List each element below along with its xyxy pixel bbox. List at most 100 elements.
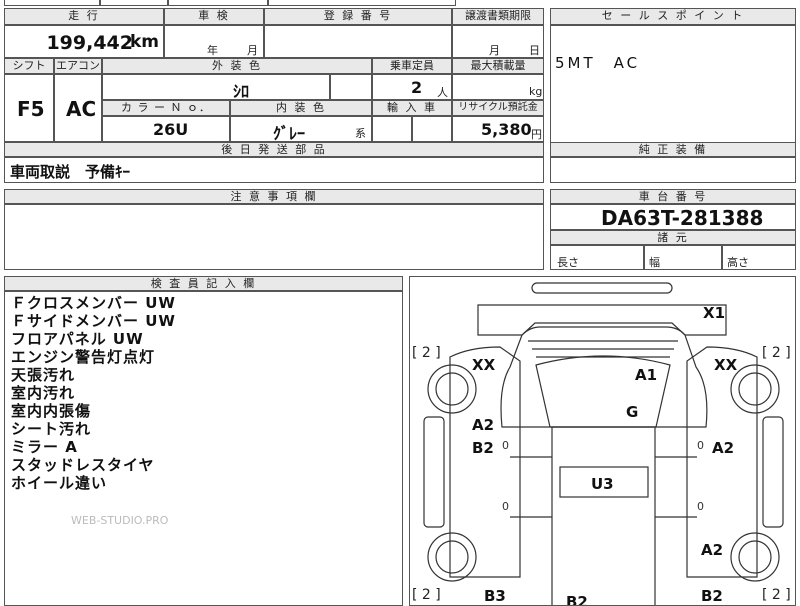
inspector-item: 室内汚れ (11, 384, 76, 402)
inspector-item: Ｆクロスメンバー UW (11, 294, 176, 312)
label-b3: B3 (484, 587, 506, 605)
bracket-bottom-right: [ 2 ] (762, 587, 791, 603)
interior-suffix: 系 (355, 127, 366, 140)
bracket-top-right: [ 2 ] (762, 345, 791, 361)
inspector-list: Ｆクロスメンバー UW Ｆサイドメンバー UW フロアパネル UW エンジン警告… (4, 291, 403, 606)
inspection-month-unit: 月 (247, 44, 258, 57)
label-a2-right: A2 (712, 439, 734, 457)
inspector-item: エンジン警告灯点灯 (11, 348, 156, 366)
tick-mark: 0 (502, 500, 509, 513)
interior-value: ｸﾞﾚｰ (273, 124, 306, 143)
mileage-value: 199,442 (46, 32, 133, 54)
label-a1: A1 (635, 366, 657, 384)
label-xx-right: XX (714, 356, 738, 374)
sales-point-cell: 5MT AC (550, 25, 796, 155)
max-load-header: 最大積載量 (452, 58, 544, 74)
top-strip (4, 0, 796, 8)
damage-diagram: X1 XX XX A1 G A2 B2 A2 U3 A2 B3 B2 B2 0 … (409, 276, 796, 606)
color-no-cell: 26U (102, 116, 230, 142)
dim-height-cell: 高さ (722, 245, 796, 270)
notes-header: 注 意 事 項 欄 (4, 189, 544, 204)
later-parts-header: 後 日 発 送 部 品 (4, 142, 544, 157)
watermark: WEB-STUDIO.PRO (71, 514, 169, 527)
import-cell-b (412, 116, 452, 142)
inspector-header: 検 査 員 記 入 欄 (4, 276, 403, 291)
capacity-cell: 2 人 (372, 74, 452, 100)
recycle-cell: 5,380 円 (452, 116, 544, 142)
label-a2-left: A2 (472, 416, 494, 434)
capacity-header: 乗車定員 (372, 58, 452, 74)
inspector-item: ホイール違い (11, 474, 108, 492)
inspection-year-unit: 年 (207, 44, 218, 57)
label-xx-left: XX (472, 356, 496, 374)
transfer-month-unit: 月 (489, 44, 500, 57)
tick-mark: 0 (697, 500, 704, 513)
recycle-unit: 円 (531, 128, 542, 141)
interior-cell: ｸﾞﾚｰ 系 (230, 116, 372, 143)
mileage-header: 走 行 (4, 8, 164, 25)
recycle-value: 5,380 (481, 120, 532, 139)
aircon-cell: AC (54, 74, 102, 142)
chassis-header: 車 台 番 号 (550, 189, 796, 204)
inspection-header: 車 検 (164, 8, 264, 25)
import-header: 輸 入 車 (372, 100, 452, 116)
aircon-header: エアコン (54, 58, 102, 74)
capacity-unit: 人 (437, 86, 448, 99)
later-parts-value: 車両取説 予備ｷｰ (10, 163, 131, 181)
shift-cell: F5 (4, 74, 54, 142)
inspector-item: スタッドレスタイヤ (11, 456, 155, 474)
transfer-deadline-cell: 月 日 (452, 25, 544, 58)
dim-width-label: 幅 (649, 256, 660, 269)
bracket-bottom-left: [ 2 ] (412, 587, 441, 603)
recycle-header: リサイクル預託金 (452, 100, 544, 116)
chassis-value: DA63T-281388 (601, 206, 764, 230)
transfer-deadline-header: 譲渡書類期限 (452, 8, 544, 25)
color-no-value: 26U (153, 120, 189, 139)
inspector-item: フロアパネル UW (11, 330, 144, 348)
tick-mark: 0 (697, 439, 704, 452)
exterior-cell: ｼﾛ (102, 74, 330, 101)
shift-value: F5 (17, 97, 45, 121)
inspector-item: シート汚れ (11, 420, 92, 438)
max-load-unit: kg (529, 85, 543, 98)
exterior-header: 外 装 色 (102, 58, 372, 74)
label-g: G (626, 403, 638, 421)
car-diagram-svg: X1 XX XX A1 G A2 B2 A2 U3 A2 B3 B2 B2 0 … (412, 282, 791, 605)
import-cell-a (372, 116, 412, 142)
exterior-value: ｼﾛ (233, 82, 250, 101)
dimensions-header: 諸 元 (550, 230, 796, 245)
capacity-value: 2 (411, 78, 423, 97)
notes-cell (4, 204, 544, 270)
inspector-item: 室内内張傷 (11, 402, 92, 420)
genuine-equipment-cell (550, 157, 796, 183)
dim-length-cell: 長さ (550, 245, 644, 270)
exterior-extra-cell (330, 74, 372, 100)
label-a2-rear-right: A2 (701, 541, 723, 559)
inspection-cell: 年 月 (164, 25, 264, 58)
dim-length-label: 長さ (557, 256, 579, 269)
dim-height-label: 高さ (727, 256, 749, 269)
color-no-header: カ ラ ー Ｎ ｏ． (102, 100, 230, 116)
dim-width-cell: 幅 (644, 245, 722, 270)
inspector-item: ミラー A (11, 438, 78, 456)
mileage-unit: km (129, 32, 159, 52)
label-x1: X1 (703, 304, 725, 322)
tick-mark: 0 (502, 439, 509, 452)
inspector-item: 天張汚れ (11, 366, 76, 384)
registration-cell (264, 25, 452, 58)
transfer-day-unit: 日 (529, 44, 540, 57)
shift-header: シフト (4, 58, 54, 74)
bracket-top-left: [ 2 ] (412, 345, 441, 361)
sales-point-text: 5MT AC (555, 54, 641, 72)
later-parts-cell: 車両取説 予備ｷｰ (4, 157, 544, 183)
interior-header: 内 装 色 (230, 100, 372, 116)
registration-header: 登 録 番 号 (264, 8, 452, 25)
label-b2-left: B2 (472, 439, 494, 457)
sales-point-header: セ ー ル ス ポ イ ン ト (550, 8, 796, 25)
aircon-value: AC (66, 97, 97, 121)
genuine-equipment-header: 純 正 装 備 (550, 142, 796, 157)
label-u3: U3 (591, 475, 614, 493)
max-load-cell: kg (452, 74, 544, 100)
label-b2-right-bottom: B2 (701, 587, 723, 605)
chassis-cell: DA63T-281388 (550, 204, 796, 230)
